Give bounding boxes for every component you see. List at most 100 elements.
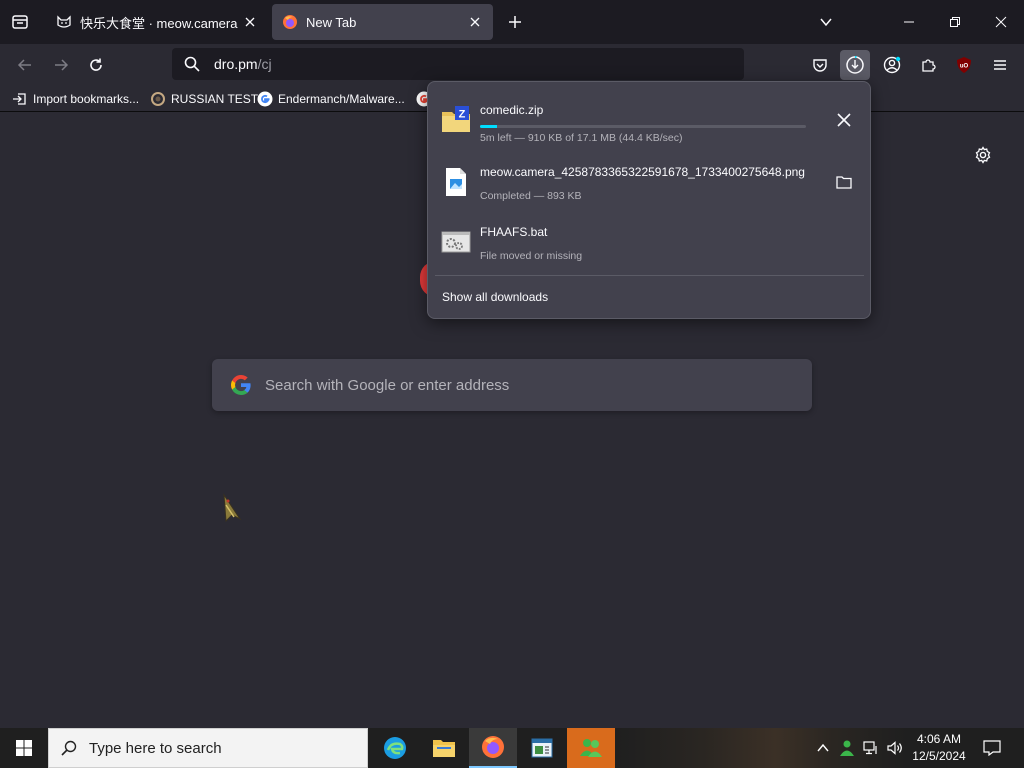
firefox-view-button[interactable]	[0, 0, 40, 44]
bookmark-label: RUSSIAN TEST	[171, 92, 259, 106]
bookmark-endermanch[interactable]: Endermanch/Malware...	[257, 90, 405, 108]
download-filename: FHAAFS.bat	[480, 225, 548, 239]
msn-buddy-icon	[580, 739, 602, 757]
forward-button[interactable]	[46, 50, 76, 80]
chevron-down-icon	[820, 18, 832, 27]
firefox-view-icon	[12, 15, 28, 29]
back-button[interactable]	[10, 50, 40, 80]
account-button[interactable]	[877, 50, 907, 80]
svg-text:Z: Z	[459, 109, 466, 121]
batch-file-icon	[441, 231, 471, 253]
show-all-downloads-button[interactable]: Show all downloads	[442, 290, 548, 304]
zip-archive-icon: Z	[442, 106, 470, 132]
bookmark-russian-test[interactable]: RUSSIAN TEST	[150, 90, 258, 108]
account-icon	[883, 56, 901, 74]
speaker-icon	[887, 741, 902, 755]
download-progress-bar	[480, 125, 806, 128]
cancel-download-button[interactable]	[830, 106, 858, 134]
google-icon	[257, 91, 273, 107]
app-menu-button[interactable]	[985, 50, 1015, 80]
list-all-tabs-button[interactable]	[814, 10, 838, 34]
download-progress-fill	[480, 125, 498, 128]
forward-arrow-icon	[55, 59, 69, 71]
search-placeholder: Search with Google or enter address	[265, 376, 510, 394]
download-status: File moved or missing	[480, 250, 583, 262]
download-item[interactable]: FHAAFS.bat File moved or missing	[436, 214, 864, 270]
plus-icon	[509, 16, 521, 28]
show-in-folder-button[interactable]	[830, 168, 858, 196]
cat-icon	[57, 15, 71, 28]
windows-logo-icon	[16, 740, 32, 756]
clock-date: 12/5/2024	[912, 749, 966, 763]
import-icon	[13, 93, 26, 105]
clock-time: 4:06 AM	[916, 732, 962, 746]
ublock-origin-button[interactable]: uO	[949, 50, 979, 80]
tab-label: 快乐大食堂 · meow.camera	[80, 15, 238, 31]
downloads-panel: Z comedic.zip 5m left — 910 KB of 17.1 M…	[427, 81, 871, 319]
action-center-button[interactable]	[976, 728, 1008, 768]
download-item[interactable]: meow.camera_4258783365322591678_17334002…	[436, 154, 864, 210]
taskbar-app-firefox[interactable]	[469, 728, 517, 768]
site-icon	[151, 92, 165, 106]
people-icon	[840, 740, 854, 756]
chevron-up-icon	[817, 743, 829, 752]
gear-icon	[975, 146, 991, 164]
tab-meow-camera[interactable]: 快乐大食堂 · meow.camera	[46, 4, 268, 40]
image-file-icon	[446, 168, 466, 196]
tray-app-people[interactable]	[836, 728, 858, 768]
download-status: 5m left — 910 KB of 17.1 MB (44.4 KB/sec…	[480, 132, 683, 144]
google-icon	[231, 374, 251, 396]
hamburger-menu-icon	[994, 60, 1006, 70]
close-icon	[837, 113, 851, 127]
taskbar-app-file-explorer[interactable]	[420, 728, 468, 768]
new-tab-button[interactable]	[503, 10, 527, 34]
windows-taskbar: Type here to search 4:06 AM 12/5/2024	[0, 728, 1024, 768]
restore-icon	[950, 17, 960, 27]
network-icon	[863, 741, 877, 755]
bookmark-label: Endermanch/Malware...	[278, 92, 405, 106]
reload-button[interactable]	[81, 50, 111, 80]
close-tab-button[interactable]	[242, 14, 258, 30]
network-status-button[interactable]	[860, 728, 882, 768]
edge-icon	[384, 737, 406, 759]
taskbar-app-notepad[interactable]	[518, 728, 566, 768]
window-close-button[interactable]	[978, 0, 1024, 44]
url-bar[interactable]: dro.pm/cj	[172, 48, 744, 80]
download-progress-icon	[846, 56, 864, 74]
download-filename: meow.camera_4258783365322591678_17334002…	[480, 165, 805, 179]
url-path: /cj	[257, 56, 272, 72]
volume-button[interactable]	[884, 728, 906, 768]
close-icon	[470, 17, 480, 27]
close-icon	[245, 17, 255, 27]
tab-new-tab[interactable]: New Tab	[272, 4, 493, 40]
taskbar-app-messenger[interactable]	[567, 728, 615, 768]
url-text: dro.pm/cj	[214, 56, 272, 72]
taskbar-search-box[interactable]: Type here to search	[48, 728, 368, 768]
restore-button[interactable]	[932, 0, 978, 44]
extensions-button[interactable]	[913, 50, 943, 80]
tab-label: New Tab	[306, 14, 357, 30]
close-tab-button[interactable]	[467, 14, 483, 30]
download-filename: comedic.zip	[480, 103, 544, 117]
pocket-button[interactable]	[805, 50, 835, 80]
taskbar-app-edge[interactable]	[371, 728, 419, 768]
bookmark-import[interactable]: Import bookmarks...	[12, 90, 139, 108]
start-button[interactable]	[0, 728, 48, 768]
taskbar-clock[interactable]: 4:06 AM 12/5/2024	[906, 731, 972, 765]
search-icon	[184, 56, 200, 72]
downloads-button[interactable]	[840, 50, 870, 80]
new-tab-search-box[interactable]: Search with Google or enter address	[212, 359, 812, 411]
close-icon	[995, 16, 1007, 28]
minimize-icon	[904, 21, 914, 23]
download-status: Completed — 893 KB	[480, 190, 582, 202]
reload-icon	[90, 58, 102, 71]
panel-divider	[435, 275, 864, 276]
folder-icon	[836, 176, 852, 189]
tab-strip: 快乐大食堂 · meow.camera New Tab	[0, 0, 1024, 44]
customize-page-button[interactable]	[971, 143, 995, 167]
ublock-icon: uO	[957, 57, 971, 73]
show-hidden-icons-button[interactable]	[812, 728, 834, 768]
minimize-button[interactable]	[886, 0, 932, 44]
back-arrow-icon	[17, 59, 31, 71]
download-item[interactable]: Z comedic.zip 5m left — 910 KB of 17.1 M…	[436, 92, 864, 148]
